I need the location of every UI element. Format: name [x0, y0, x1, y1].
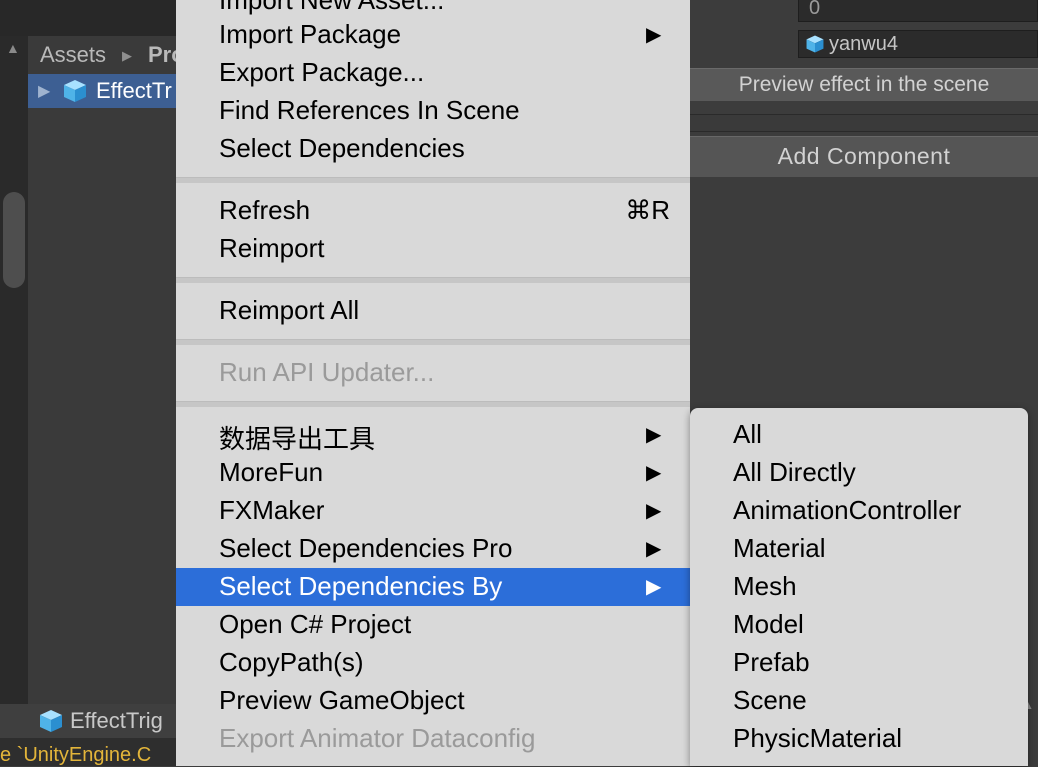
menu-item-select-dependencies-pro[interactable]: Select Dependencies Pro ▶	[176, 530, 690, 568]
menu-separator	[176, 177, 690, 183]
int-field[interactable]: 0	[798, 0, 1038, 22]
asset-name: EffectTr	[96, 78, 172, 103]
submenu-item-animation-controller[interactable]: AnimationController	[690, 492, 1028, 530]
menu-item-fxmaker[interactable]: FXMaker ▶	[176, 492, 690, 530]
submenu-item-label: PhysicMaterial	[733, 723, 903, 753]
object-field-value: yanwu4	[829, 33, 898, 55]
prefab-cube-icon	[806, 35, 824, 53]
asset-row-selected[interactable]: ▶ EffectTr	[28, 74, 176, 108]
menu-item-copy-paths[interactable]: CopyPath(s)	[176, 644, 690, 682]
selected-asset-path: EffectTrig	[70, 708, 163, 733]
object-field[interactable]: yanwu4	[798, 30, 1038, 58]
console-status-bar[interactable]: e `UnityEngine.C	[0, 738, 176, 766]
menu-item-label: MoreFun	[219, 457, 324, 487]
menu-item-label: Run API Updater...	[219, 357, 435, 387]
menu-item-label: CopyPath(s)	[219, 647, 364, 677]
menu-item-export-package[interactable]: Export Package...	[176, 54, 690, 92]
menu-item-label: Export Animator Dataconfig	[219, 723, 536, 753]
breadcrumb-assets[interactable]: Assets	[40, 42, 106, 68]
submenu-arrow-icon: ▶	[646, 424, 662, 446]
context-menu: Import New Asset... Import Package ▶ Exp…	[176, 0, 690, 766]
submenu-arrow-icon: ▶	[646, 462, 662, 484]
asset-list: ▶ EffectTr	[28, 74, 176, 704]
submenu-item-model[interactable]: Model	[690, 606, 1028, 644]
menu-item-label: Reimport	[219, 233, 325, 263]
menu-item-label: Export Package...	[219, 57, 425, 87]
submenu-item-scene[interactable]: Scene	[690, 682, 1028, 720]
selected-asset-path-bar: EffectTrig	[0, 704, 176, 738]
menu-item-select-dependencies-by[interactable]: Select Dependencies By ▶	[176, 568, 690, 606]
project-panel: ▲ ▼ Assets ▶ Pro ▶ EffectTr EffectTrig e…	[0, 0, 185, 766]
menu-item-reimport-all[interactable]: Reimport All	[176, 292, 690, 330]
submenu-item-label: Model	[733, 609, 804, 639]
menu-item-morefun[interactable]: MoreFun ▶	[176, 454, 690, 492]
menu-item-label: FXMaker	[219, 495, 325, 525]
inspector-divider	[690, 114, 1038, 132]
menu-item-data-export-tool[interactable]: 数据导出工具 ▶	[176, 416, 690, 454]
menu-shortcut: ⌘R	[625, 195, 670, 225]
menu-item-label: Import New Asset...	[219, 0, 445, 15]
submenu-item-prefab[interactable]: Prefab	[690, 644, 1028, 682]
submenu-arrow-icon: ▶	[646, 576, 662, 598]
menu-item-select-dependencies[interactable]: Select Dependencies	[176, 130, 690, 168]
submenu-item-label: Mesh	[733, 571, 797, 601]
menu-item-label: Reimport All	[219, 295, 360, 325]
menu-item-label: Select Dependencies	[219, 133, 465, 163]
menu-item-refresh[interactable]: Refresh ⌘R	[176, 192, 690, 230]
menu-item-label: Preview GameObject	[219, 685, 465, 715]
submenu-select-dependencies-by: All All Directly AnimationController Mat…	[690, 408, 1028, 766]
menu-item-label: 数据导出工具	[219, 424, 376, 454]
menu-item-label: Find References In Scene	[219, 95, 520, 125]
menu-item-export-animator-dataconfig: Export Animator Dataconfig	[176, 720, 690, 758]
menu-item-label: Refresh	[219, 195, 311, 225]
prefab-cube-icon	[40, 710, 62, 732]
menu-item-label: Select Dependencies Pro	[219, 533, 513, 563]
submenu-item-label: Material	[733, 533, 826, 563]
scroll-up-arrow-icon[interactable]: ▲	[6, 40, 20, 56]
submenu-item-label: All Directly	[733, 457, 856, 487]
add-component-button[interactable]: Add Component	[690, 136, 1038, 177]
menu-item-reimport[interactable]: Reimport	[176, 230, 690, 268]
menu-item-label: Import Package	[219, 19, 402, 49]
breadcrumb: Assets ▶ Pro	[28, 36, 185, 75]
console-message: e `UnityEngine.C	[0, 744, 152, 766]
menu-separator	[176, 277, 690, 283]
menu-separator	[176, 401, 690, 407]
submenu-item-physic-material[interactable]: PhysicMaterial	[690, 720, 1028, 758]
menu-item-import-package[interactable]: Import Package ▶	[176, 16, 690, 54]
menu-item-label: Select Dependencies By	[219, 571, 503, 601]
submenu-arrow-icon: ▶	[646, 538, 662, 560]
submenu-item-all-directly[interactable]: All Directly	[690, 454, 1028, 492]
submenu-item-label: AnimationController	[733, 495, 962, 525]
menu-item-open-csharp-project[interactable]: Open C# Project	[176, 606, 690, 644]
prefab-cube-icon	[64, 80, 86, 102]
menu-item-preview-gameobject[interactable]: Preview GameObject	[176, 682, 690, 720]
menu-item-find-references[interactable]: Find References In Scene	[176, 92, 690, 130]
submenu-item-material[interactable]: Material	[690, 530, 1028, 568]
submenu-arrow-icon: ▶	[646, 500, 662, 522]
submenu-item-mesh[interactable]: Mesh	[690, 568, 1028, 606]
menu-separator	[176, 339, 690, 345]
submenu-item-label: All	[733, 419, 762, 449]
submenu-item-label: Scene	[733, 685, 807, 715]
project-scroll-thumb[interactable]	[3, 192, 25, 288]
project-scrollbar[interactable]	[0, 36, 28, 706]
preview-effect-button[interactable]: Preview effect in the scene	[690, 68, 1038, 101]
submenu-arrow-icon: ▶	[646, 24, 662, 46]
breadcrumb-separator-icon: ▶	[122, 48, 132, 63]
submenu-item-all[interactable]: All	[690, 416, 1028, 454]
expand-arrow-icon[interactable]: ▶	[38, 81, 50, 101]
menu-item-run-api-updater: Run API Updater...	[176, 354, 690, 392]
submenu-item-label: Prefab	[733, 647, 810, 677]
menu-item-label: Open C# Project	[219, 609, 412, 639]
